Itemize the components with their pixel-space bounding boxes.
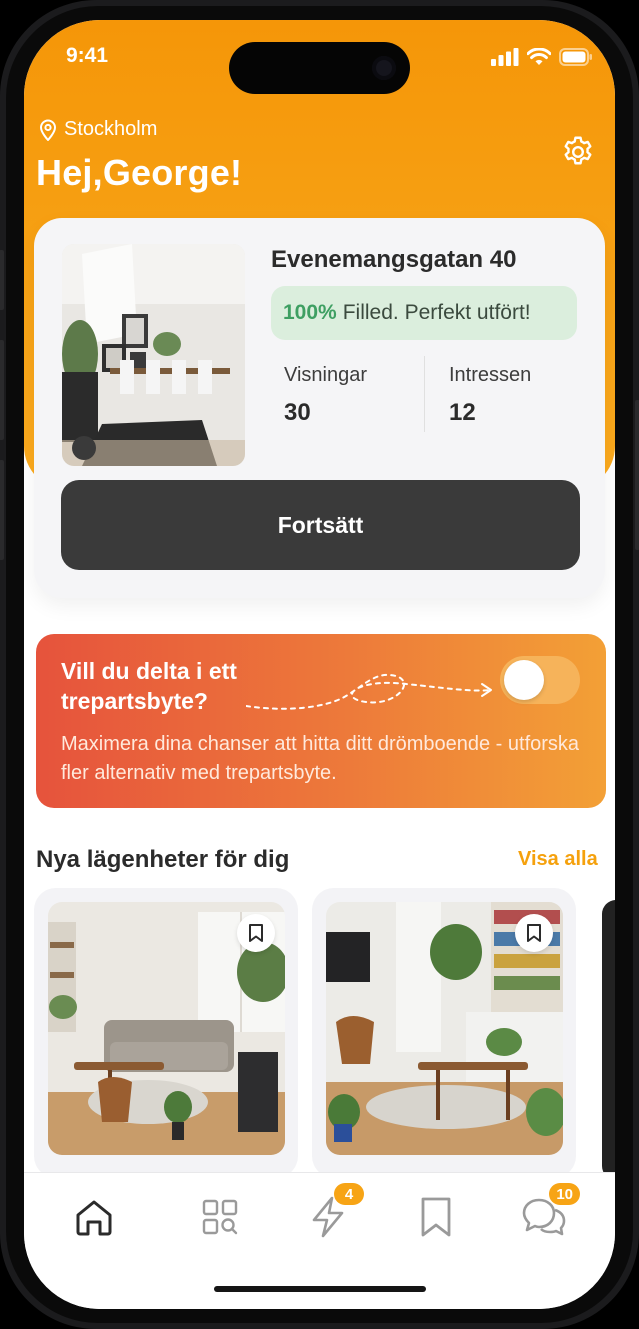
camera-icon bbox=[372, 56, 396, 80]
settings-button[interactable] bbox=[560, 134, 596, 170]
stat-visningar: Visningar 30 bbox=[284, 364, 367, 427]
listing-address: Evenemangsgatan 40 bbox=[271, 246, 517, 273]
tab-home[interactable] bbox=[70, 1193, 118, 1241]
continue-button[interactable]: Fortsätt bbox=[61, 480, 580, 570]
stat-label: Intressen bbox=[449, 364, 532, 386]
tab-search[interactable] bbox=[196, 1193, 244, 1241]
dynamic-island bbox=[229, 42, 410, 94]
progress-percent: 100% bbox=[283, 301, 337, 324]
listing-photo-image bbox=[62, 244, 245, 466]
phone-power-button bbox=[635, 400, 639, 550]
status-time: 9:41 bbox=[66, 44, 109, 67]
listing-card: Evenemangsgatan 40 100% Filled. Perfekt … bbox=[34, 218, 605, 598]
grid-search-icon bbox=[202, 1199, 238, 1235]
apartment-photo bbox=[326, 902, 563, 1155]
location-label: Stockholm bbox=[64, 118, 158, 140]
section-title: Nya lägenheter för dig bbox=[36, 846, 290, 873]
swap-toggle[interactable] bbox=[500, 656, 580, 704]
app-screen: 9:41 Stockholm Hej,George! Evenemangsgat… bbox=[24, 20, 615, 1309]
toggle-knob bbox=[504, 660, 544, 700]
tab-matches[interactable]: 4 bbox=[304, 1183, 364, 1241]
stat-intressen: Intressen 12 bbox=[449, 364, 531, 427]
home-icon bbox=[76, 1200, 112, 1236]
stat-value: 30 bbox=[284, 399, 311, 426]
progress-pill: 100% Filled. Perfekt utfört! bbox=[271, 286, 577, 340]
apartment-card[interactable] bbox=[312, 888, 576, 1178]
progress-text: Filled. Perfekt utfört! bbox=[342, 301, 531, 324]
bookmark-icon bbox=[421, 1197, 451, 1237]
bookmark-button[interactable] bbox=[515, 914, 553, 952]
location-pin-icon bbox=[39, 119, 57, 141]
swap-banner[interactable]: Vill du delta i ett trepartsbyte? Maxime… bbox=[36, 634, 606, 808]
location-selector[interactable]: Stockholm bbox=[38, 118, 157, 141]
home-indicator bbox=[214, 1286, 426, 1292]
status-bar: 9:41 bbox=[24, 20, 615, 94]
phone-action-button bbox=[0, 250, 4, 310]
bookmark-icon bbox=[249, 924, 263, 942]
stat-divider bbox=[424, 356, 425, 432]
stat-value: 12 bbox=[449, 399, 476, 426]
signal-icon bbox=[491, 48, 519, 66]
apartment-photo bbox=[48, 902, 285, 1155]
bookmark-icon bbox=[527, 924, 541, 942]
banner-description: Maximera dina chanser att hitta ditt drö… bbox=[61, 733, 580, 784]
wifi-icon bbox=[527, 48, 551, 65]
gear-icon bbox=[564, 136, 592, 165]
tab-saved[interactable] bbox=[412, 1193, 460, 1241]
dashed-arrow-icon bbox=[246, 673, 492, 710]
view-all-link[interactable]: Visa alla bbox=[518, 848, 598, 871]
apartment-card[interactable] bbox=[34, 888, 298, 1178]
bookmark-button[interactable] bbox=[237, 914, 275, 952]
status-icons bbox=[491, 48, 593, 66]
greeting-title: Hej,George! bbox=[36, 152, 243, 193]
messages-badge: 10 bbox=[549, 1183, 580, 1205]
phone-volume-up-button bbox=[0, 340, 4, 440]
matches-badge: 4 bbox=[334, 1183, 364, 1205]
apartment-card-peek[interactable] bbox=[602, 900, 615, 1180]
battery-icon bbox=[559, 48, 592, 66]
phone-frame: 9:41 Stockholm Hej,George! Evenemangsgat… bbox=[0, 0, 639, 1329]
stat-label: Visningar bbox=[284, 364, 368, 386]
tab-messages[interactable]: 10 bbox=[520, 1183, 580, 1241]
phone-volume-down-button bbox=[0, 460, 4, 560]
listing-photo[interactable] bbox=[62, 244, 245, 466]
